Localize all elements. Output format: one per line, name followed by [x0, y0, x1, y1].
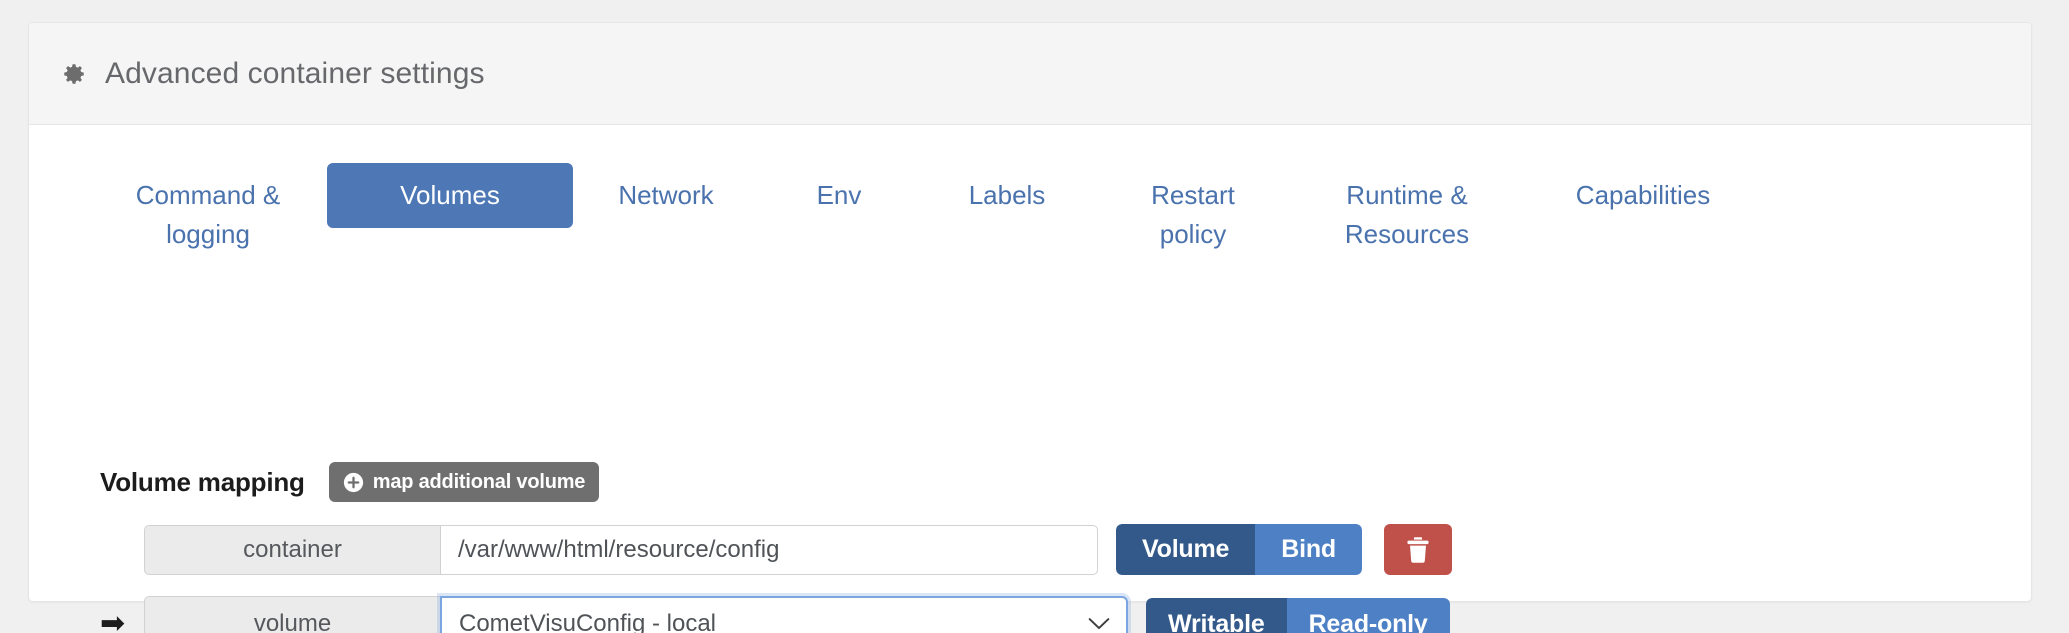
volume-select-input-group: volume CometVisuConfig - local — [144, 596, 1128, 633]
volume-type-bind-button[interactable]: Bind — [1255, 524, 1362, 575]
volume-select[interactable]: CometVisuConfig - local — [440, 596, 1128, 633]
app-page: Advanced container settings Command & lo… — [0, 0, 2069, 633]
plus-circle-icon — [343, 472, 363, 492]
tab-runtime-resources[interactable]: Runtime & Resources — [1291, 163, 1523, 267]
volume-access-toggle: Writable Read-only — [1146, 597, 1450, 633]
card-header: Advanced container settings — [29, 23, 2031, 125]
container-path-input-group: container — [144, 524, 1098, 575]
trash-icon — [1407, 536, 1429, 563]
volume-select-wrapper: CometVisuConfig - local — [440, 596, 1128, 633]
volume-mapping-row-container: container Volume Bind — [100, 524, 1452, 575]
card-body: Command & logging Volumes Network Env La… — [29, 125, 2031, 633]
arrow-right-icon: ➡ — [100, 607, 126, 633]
tab-network[interactable]: Network — [573, 163, 759, 228]
volume-access-writable-button[interactable]: Writable — [1146, 597, 1287, 633]
container-path-input[interactable] — [440, 524, 1098, 575]
volume-access-readonly-button[interactable]: Read-only — [1286, 597, 1450, 633]
volume-mapping-row-volume: ➡ volume CometVisuConfig - local Writabl… — [100, 596, 1450, 633]
container-path-label: container — [144, 524, 440, 575]
tab-volumes[interactable]: Volumes — [327, 163, 573, 228]
tab-restart-policy[interactable]: Restart policy — [1095, 163, 1291, 267]
advanced-container-settings-card: Advanced container settings Command & lo… — [28, 22, 2032, 633]
gear-icon — [64, 63, 84, 84]
settings-tabs: Command & logging Volumes Network Env La… — [89, 163, 1969, 267]
page-title: Advanced container settings — [105, 56, 485, 90]
tab-capabilities[interactable]: Capabilities — [1523, 163, 1763, 228]
tab-command-logging[interactable]: Command & logging — [89, 163, 327, 267]
volume-type-volume-button[interactable]: Volume — [1116, 524, 1256, 575]
volume-mapping-header: Volume mapping map additional volume — [100, 462, 600, 502]
map-additional-volume-label: map additional volume — [372, 470, 586, 493]
tab-env[interactable]: Env — [759, 163, 919, 228]
volume-select-label: volume — [144, 596, 440, 633]
tab-labels[interactable]: Labels — [919, 163, 1095, 228]
map-additional-volume-button[interactable]: map additional volume — [328, 462, 600, 502]
volume-type-toggle: Volume Bind — [1116, 524, 1362, 575]
volume-mapping-label: Volume mapping — [100, 466, 305, 497]
delete-volume-mapping-button[interactable] — [1384, 524, 1452, 575]
